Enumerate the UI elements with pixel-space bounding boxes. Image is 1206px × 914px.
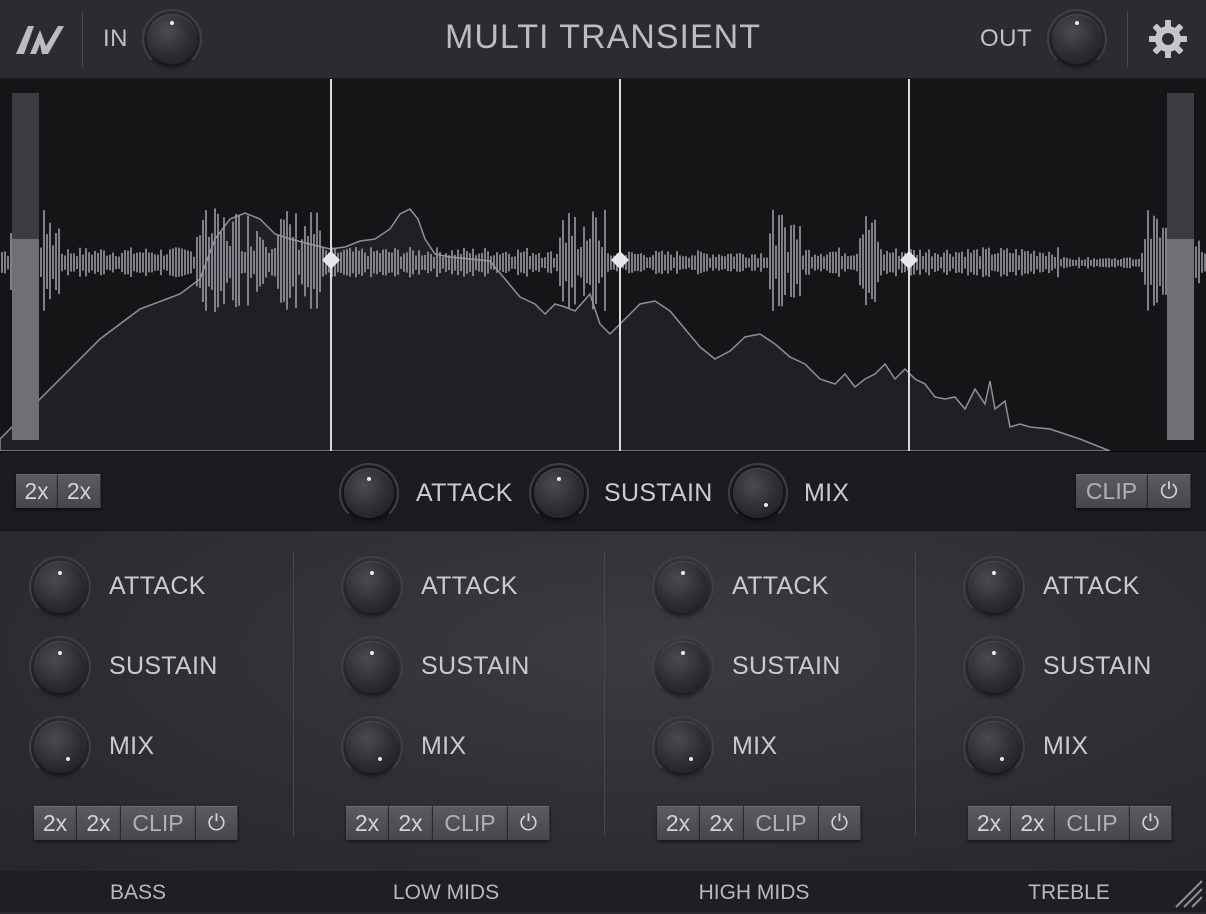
master-controls: 2x 2x ATTACK SUSTAIN MIX CLIP ⏻ <box>0 452 1206 531</box>
bass-mix-label: MIX <box>109 732 155 760</box>
master-power-icon[interactable]: ⏻ <box>1148 474 1191 508</box>
treble-clip-button[interactable]: CLIP <box>1055 806 1130 840</box>
high-mids-sustain-label: SUSTAIN <box>732 652 841 680</box>
bass-oversample-button-2[interactable]: 2x <box>77 806 121 840</box>
low-mids-sustain-knob[interactable] <box>341 636 403 698</box>
bass-sustain-knob[interactable] <box>29 636 91 698</box>
high-mids-mix-label: MIX <box>732 732 778 760</box>
treble-power-icon[interactable]: ⏻ <box>1130 806 1172 840</box>
band-name-footer: BASS LOW MIDS HIGH MIDS TREBLE <box>0 871 1206 912</box>
treble-attack-label: ATTACK <box>1043 572 1140 600</box>
bass-power-icon[interactable]: ⏻ <box>196 806 238 840</box>
master-clip-button[interactable]: CLIP <box>1076 474 1148 508</box>
high-mids-attack-label: ATTACK <box>732 572 829 600</box>
low-mids-power-icon[interactable]: ⏻ <box>508 806 550 840</box>
low-mids-mix-label: MIX <box>421 732 467 760</box>
low-mids-mix-knob[interactable] <box>341 716 403 778</box>
treble-attack-knob[interactable] <box>963 556 1025 618</box>
master-oversample-button-2[interactable]: 2x <box>58 474 101 508</box>
spectrum-display[interactable] <box>0 79 1206 452</box>
high-mids-oversample-button-2[interactable]: 2x <box>700 806 744 840</box>
low-mids-attack-label: ATTACK <box>421 572 518 600</box>
output-gain-knob[interactable] <box>1047 9 1107 69</box>
master-sustain-knob[interactable] <box>529 463 589 523</box>
band-divider <box>915 551 916 836</box>
bass-attack-knob[interactable] <box>29 556 91 618</box>
master-attack-knob[interactable] <box>339 463 399 523</box>
master-oversample-button-1[interactable]: 2x <box>16 474 58 508</box>
header-bar: IN MULTI TRANSIENT OUT <box>0 0 1206 79</box>
master-sustain-label: SUSTAIN <box>604 479 713 507</box>
master-mix-label: MIX <box>804 479 850 507</box>
master-attack-label: ATTACK <box>416 479 513 507</box>
waveform-spectrum-graph <box>0 79 1206 451</box>
band-name-treble: TREBLE <box>1028 881 1110 904</box>
high-mids-attack-knob[interactable] <box>652 556 714 618</box>
master-mix-knob[interactable] <box>728 463 788 523</box>
bass-oversample-button-1[interactable]: 2x <box>34 806 77 840</box>
input-meter-level <box>12 239 39 440</box>
treble-oversample-button-1[interactable]: 2x <box>968 806 1011 840</box>
treble-sustain-knob[interactable] <box>963 636 1025 698</box>
band-divider <box>293 551 294 836</box>
band-divider <box>604 551 605 836</box>
bass-mix-knob[interactable] <box>29 716 91 778</box>
band-name-low-mids: LOW MIDS <box>392 881 500 904</box>
gear-icon[interactable] <box>1147 18 1189 60</box>
bass-attack-label: ATTACK <box>109 572 206 600</box>
band-name-high-mids: HIGH MIDS <box>698 881 810 904</box>
bass-sustain-label: SUSTAIN <box>109 652 218 680</box>
out-label: OUT <box>980 25 1033 52</box>
high-mids-clip-button[interactable]: CLIP <box>744 806 819 840</box>
high-mids-mix-knob[interactable] <box>652 716 714 778</box>
bass-clip-button[interactable]: CLIP <box>121 806 196 840</box>
low-mids-clip-button[interactable]: CLIP <box>433 806 508 840</box>
low-mids-attack-knob[interactable] <box>341 556 403 618</box>
treble-oversample-button-2[interactable]: 2x <box>1011 806 1055 840</box>
band-controls: ATTACK SUSTAIN MIX 2x 2x CLIP ⏻ ATTACK SUSTAIN MI… <box>0 531 1206 871</box>
high-mids-sustain-knob[interactable] <box>652 636 714 698</box>
band-name-bass: BASS <box>109 881 167 904</box>
high-mids-power-icon[interactable]: ⏻ <box>819 806 861 840</box>
header-divider <box>1127 11 1128 67</box>
treble-mix-label: MIX <box>1043 732 1089 760</box>
resize-handle-icon[interactable] <box>1172 877 1204 909</box>
output-meter-level <box>1167 239 1194 440</box>
high-mids-oversample-button-1[interactable]: 2x <box>657 806 700 840</box>
spectrum-curve <box>0 208 1111 451</box>
treble-sustain-label: SUSTAIN <box>1043 652 1152 680</box>
low-mids-sustain-label: SUSTAIN <box>421 652 530 680</box>
low-mids-oversample-button-1[interactable]: 2x <box>346 806 389 840</box>
treble-mix-knob[interactable] <box>963 716 1025 778</box>
low-mids-oversample-button-2[interactable]: 2x <box>389 806 433 840</box>
